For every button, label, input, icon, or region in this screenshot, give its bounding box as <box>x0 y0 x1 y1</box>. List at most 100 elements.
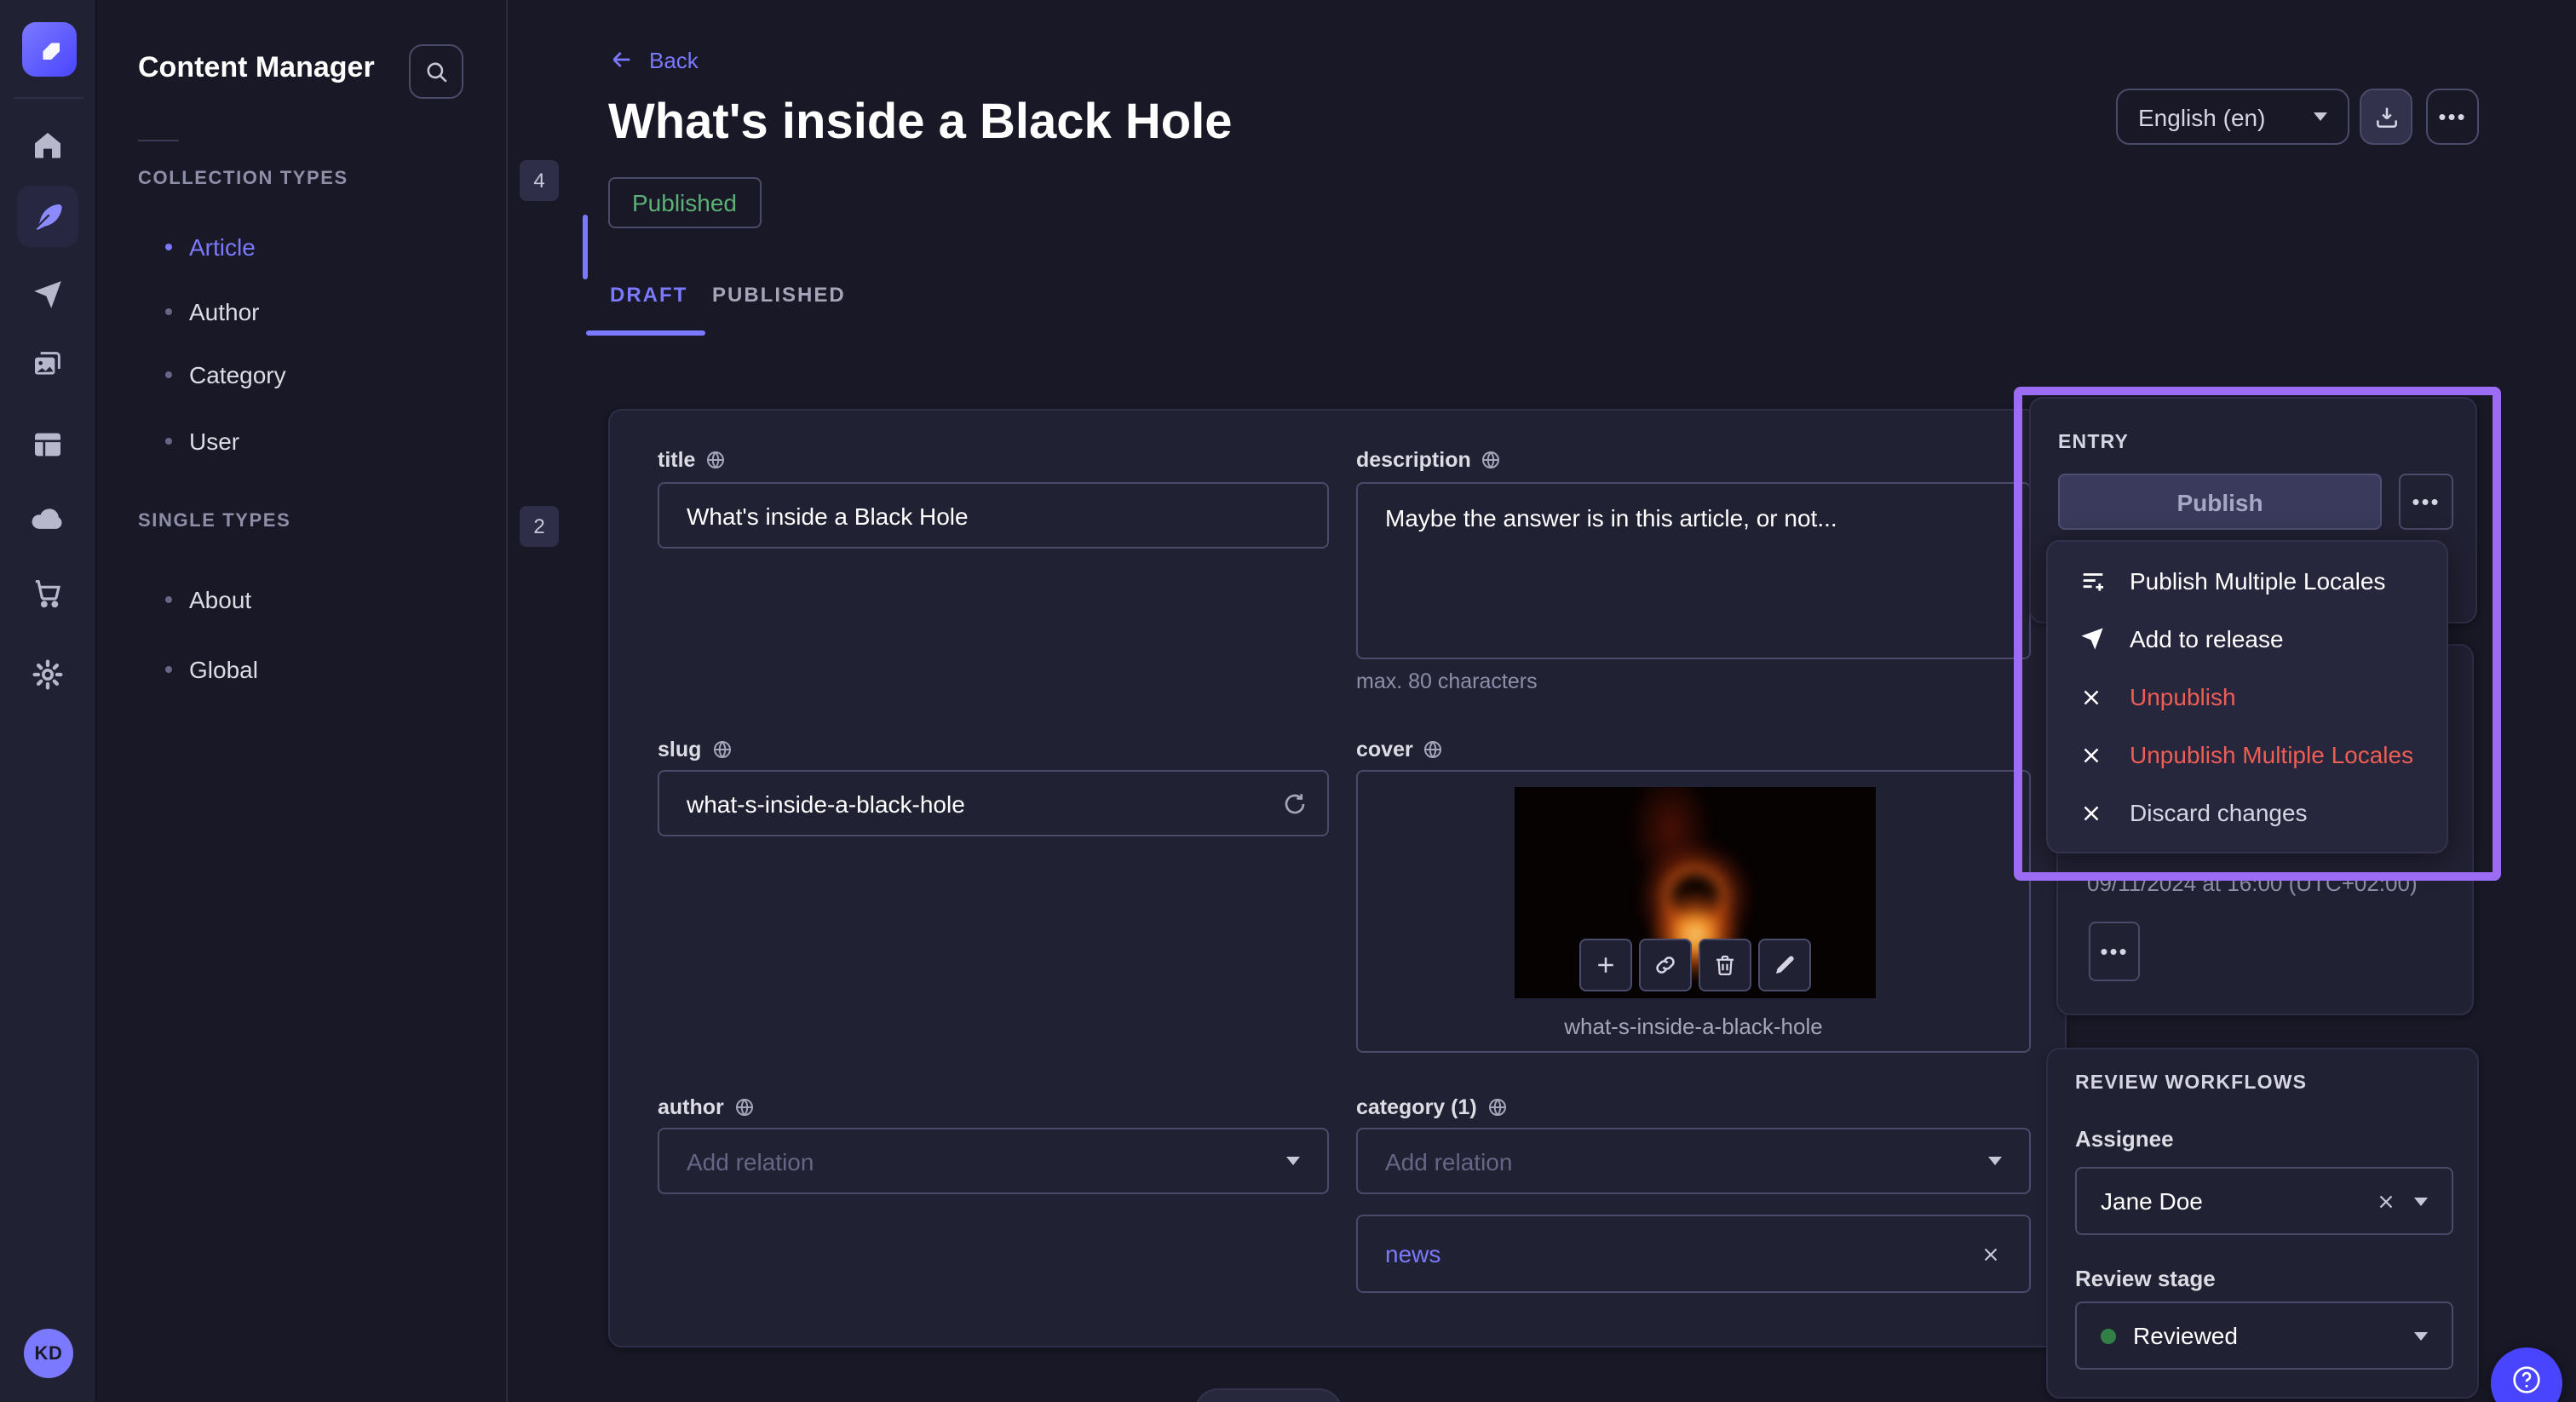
tab-draft[interactable]: DRAFT <box>610 283 687 307</box>
search-icon <box>422 57 451 86</box>
download-button[interactable] <box>2360 89 2412 145</box>
menu-item-add-to-release[interactable]: Add to release <box>2048 610 2447 668</box>
back-link[interactable]: Back <box>608 46 699 73</box>
review-stage-label: Review stage <box>2075 1266 2216 1291</box>
description-field-label: description <box>1356 448 1502 472</box>
sidebar-item-author[interactable]: Author <box>165 291 260 332</box>
bullet-icon <box>165 308 172 315</box>
section-collection-types: COLLECTION TYPES <box>138 169 348 189</box>
slug-field-label: slug <box>658 738 732 761</box>
assignee-select[interactable]: Jane Doe <box>2075 1167 2453 1235</box>
navbar-divider <box>14 97 83 99</box>
category-field-label: category (1) <box>1356 1095 1508 1119</box>
remove-relation-icon[interactable] <box>1980 1243 2002 1265</box>
search-button[interactable] <box>409 44 463 99</box>
globe-icon <box>705 450 726 470</box>
user-avatar[interactable]: KD <box>24 1329 73 1378</box>
cross-icon <box>2079 684 2107 710</box>
delete-asset-button[interactable] <box>1699 939 1751 991</box>
menu-item-unpublish-multiple-locales[interactable]: Unpublish Multiple Locales <box>2048 726 2447 784</box>
send-icon[interactable] <box>17 264 78 325</box>
clear-assignee-icon[interactable] <box>2375 1190 2397 1212</box>
globe-icon <box>734 1097 755 1118</box>
publish-button[interactable]: Publish <box>2058 474 2382 530</box>
gear-icon[interactable] <box>17 644 78 705</box>
stage-status-dot <box>2101 1328 2116 1343</box>
bottom-panel-edge <box>1194 1388 1343 1402</box>
pencil-icon <box>1772 952 1797 978</box>
entry-panel-title: ENTRY <box>2058 433 2129 453</box>
edit-asset-button[interactable] <box>1758 939 1811 991</box>
scheduled-date: 09/11/2024 at 16:00 (UTC+02:00) <box>2087 871 2418 896</box>
category-relation-item: news <box>1356 1215 2031 1293</box>
sidebar-divider <box>138 140 179 141</box>
tab-published[interactable]: PUBLISHED <box>712 283 846 307</box>
category-relation-select[interactable]: Add relation <box>1356 1128 2031 1194</box>
page-title: What's inside a Black Hole <box>608 95 1233 152</box>
release-more-button[interactable]: ••• <box>2089 922 2140 981</box>
link-icon <box>1653 952 1678 978</box>
chevron-down-icon <box>2314 112 2327 121</box>
description-textarea[interactable]: Maybe the answer is in this article, or … <box>1356 482 2031 659</box>
cover-actions <box>1579 939 1811 991</box>
content-manager-sidebar: Content Manager COLLECTION TYPES 4 Artic… <box>97 0 508 1402</box>
entry-more-button[interactable]: ••• <box>2399 474 2453 530</box>
download-icon <box>2372 103 2400 130</box>
globe-icon <box>1423 739 1444 760</box>
question-mark-icon <box>2510 1363 2544 1397</box>
locale-select[interactable]: English (en) <box>2116 89 2349 145</box>
globe-icon <box>1487 1097 1508 1118</box>
home-icon[interactable] <box>17 114 78 175</box>
send-icon <box>2079 625 2107 652</box>
regenerate-slug-icon[interactable] <box>1281 790 1308 817</box>
chevron-down-icon <box>1988 1157 2002 1165</box>
strapi-logo-icon[interactable] <box>22 22 77 77</box>
cover-filename: what-s-inside-a-black-hole <box>1358 1014 2029 1039</box>
help-button[interactable] <box>2491 1347 2562 1402</box>
header-more-button[interactable]: ••• <box>2426 89 2479 145</box>
feather-edit-icon[interactable] <box>17 186 78 247</box>
main-navbar: KD <box>0 0 97 1402</box>
status-badge: Published <box>608 177 761 228</box>
cart-icon[interactable] <box>17 562 78 623</box>
assignee-label: Assignee <box>2075 1126 2174 1152</box>
slug-input[interactable] <box>658 770 1329 836</box>
title-input[interactable] <box>658 482 1329 549</box>
media-pictures-icon[interactable] <box>17 334 78 395</box>
menu-item-publish-multiple-locales[interactable]: Publish Multiple Locales <box>2048 552 2447 610</box>
active-item-indicator <box>583 215 588 279</box>
sidebar-item-user[interactable]: User <box>165 421 239 462</box>
menu-item-discard-changes[interactable]: Discard changes <box>2048 784 2447 842</box>
collection-types-count-badge: 4 <box>520 160 559 201</box>
globe-icon <box>1481 450 1502 470</box>
review-stage-select[interactable]: Reviewed <box>2075 1301 2453 1370</box>
sidebar-item-about[interactable]: About <box>165 579 251 620</box>
copy-link-button[interactable] <box>1639 939 1692 991</box>
cloud-icon[interactable] <box>17 487 78 549</box>
cover-field-label: cover <box>1356 738 1444 761</box>
chevron-down-icon <box>2414 1197 2428 1205</box>
bullet-icon <box>165 438 172 445</box>
sidebar-item-category[interactable]: Category <box>165 354 286 395</box>
trash-icon <box>1712 952 1738 978</box>
menu-item-unpublish[interactable]: Unpublish <box>2048 668 2447 726</box>
cross-icon <box>2079 742 2107 767</box>
sidebar-item-global[interactable]: Global <box>165 649 258 690</box>
author-relation-select[interactable]: Add relation <box>658 1128 1329 1194</box>
review-workflows-title: REVIEW WORKFLOWS <box>2075 1073 2307 1094</box>
list-plus-icon <box>2079 566 2107 595</box>
relation-link-news[interactable]: news <box>1385 1240 1980 1267</box>
add-asset-button[interactable] <box>1579 939 1632 991</box>
cover-asset-box: what-s-inside-a-black-hole <box>1356 770 2031 1053</box>
active-tab-indicator <box>586 330 705 336</box>
strapi-admin-app: KD Content Manager COLLECTION TYPES 4 Ar… <box>0 0 2576 1402</box>
author-field-label: author <box>658 1095 755 1119</box>
sidebar-title: Content Manager <box>138 51 375 85</box>
entry-form-card: title description Maybe the answer is in… <box>608 409 2067 1347</box>
single-types-count-badge: 2 <box>520 506 559 547</box>
plus-icon <box>1593 952 1619 978</box>
layout-builder-icon[interactable] <box>17 414 78 475</box>
sidebar-item-article[interactable]: Article <box>165 227 256 267</box>
section-single-types: SINGLE TYPES <box>138 511 290 531</box>
arrow-left-icon <box>608 46 635 73</box>
